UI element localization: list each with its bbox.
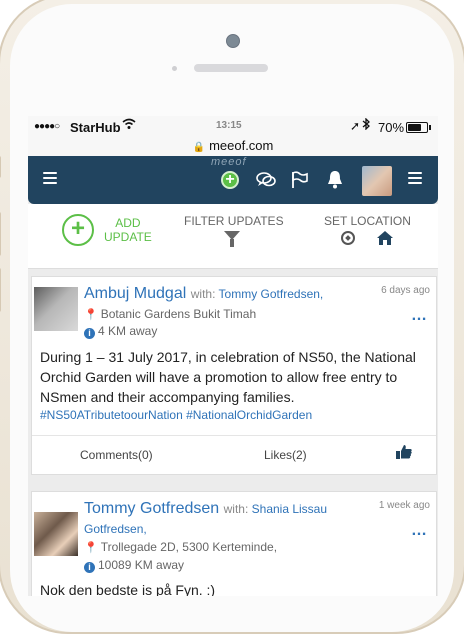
distance-text: 4 KM away bbox=[98, 324, 158, 338]
volume-up-button bbox=[0, 212, 1, 256]
carrier-label: StarHub bbox=[70, 120, 121, 135]
likes-count[interactable]: Likes(2) bbox=[264, 448, 307, 462]
post-actions: Comments(0) Likes(2) bbox=[32, 435, 436, 474]
screen: ●●●●○ StarHub 13:15 ➚ 70% 🔒 meeof.com mee… bbox=[28, 116, 438, 596]
location-arrow-icon: ➚ bbox=[350, 119, 361, 133]
url-text: meeof.com bbox=[209, 138, 274, 153]
author-avatar[interactable] bbox=[34, 287, 78, 331]
tagged-user-link-cont[interactable]: Gotfredsen, bbox=[84, 522, 147, 536]
status-bar: ●●●●○ StarHub 13:15 ➚ 70% bbox=[28, 116, 438, 138]
with-label: with: bbox=[190, 287, 216, 301]
avatar[interactable] bbox=[362, 166, 392, 196]
thumbs-up-icon[interactable] bbox=[395, 444, 413, 465]
chat-icon[interactable] bbox=[256, 171, 276, 192]
with-label: with: bbox=[223, 502, 249, 516]
post-card: Ambuj Mudgal with: Tommy Gotfredsen, 6 d… bbox=[31, 276, 437, 475]
post-time: 1 week ago bbox=[378, 500, 430, 511]
tagged-user-link[interactable]: Tommy Gotfredsen, bbox=[219, 287, 324, 301]
set-location-button[interactable]: SET LOCATION bbox=[324, 214, 411, 228]
top-navbar: meeof + bbox=[28, 156, 438, 204]
map-pin-icon: 📍 bbox=[84, 542, 98, 554]
post-body: Nok den bedste is på Fyn. :) bbox=[40, 582, 216, 596]
post-place: 📍 Botanic Gardens Bukit Timah bbox=[84, 307, 256, 321]
post-card: Tommy Gotfredsen with: Shania Lissau 1 w… bbox=[31, 491, 437, 596]
post-author-line: Ambuj Mudgal with: Tommy Gotfredsen, bbox=[84, 285, 323, 303]
more-options-icon[interactable]: … bbox=[411, 522, 428, 540]
more-options-icon[interactable]: … bbox=[411, 307, 428, 325]
signal-icon: ●●●●○ bbox=[34, 121, 60, 132]
proximity-sensor bbox=[172, 66, 177, 71]
tagged-user-link[interactable]: Shania Lissau bbox=[252, 502, 327, 516]
add-update-label-1: ADD bbox=[115, 216, 141, 230]
bell-icon[interactable] bbox=[326, 170, 344, 193]
place-name[interactable]: Botanic Gardens Bukit Timah bbox=[101, 307, 256, 321]
post-hashtags[interactable]: #NS50ATributetoourNation #NationalOrchid… bbox=[40, 408, 312, 422]
battery-percent: 70% bbox=[378, 120, 405, 135]
flag-icon[interactable] bbox=[291, 171, 309, 192]
post-time: 6 days ago bbox=[381, 285, 430, 296]
lock-icon: 🔒 bbox=[192, 142, 206, 153]
battery-icon bbox=[406, 122, 431, 133]
menu-icon[interactable] bbox=[43, 172, 57, 184]
mute-switch bbox=[0, 156, 1, 178]
compass-icon[interactable] bbox=[341, 231, 355, 245]
filter-updates-button[interactable]: FILTER UPDATES bbox=[184, 214, 284, 228]
brand-logo: meeof bbox=[211, 156, 247, 168]
post-distance: i 10089 KM away bbox=[84, 558, 184, 573]
add-update-icon[interactable]: + bbox=[62, 214, 94, 246]
map-pin-icon: 📍 bbox=[84, 309, 98, 321]
post-distance: i4 KM away bbox=[84, 324, 157, 339]
earpiece-speaker bbox=[194, 64, 268, 72]
place-name[interactable]: Trollegade 2D, 5300 Kerteminde, bbox=[101, 540, 277, 554]
author-name[interactable]: Tommy Gotfredsen bbox=[84, 500, 219, 517]
post-author-line: Tommy Gotfredsen with: Shania Lissau bbox=[84, 500, 327, 518]
post-place: 📍 Trollegade 2D, 5300 Kerteminde, bbox=[84, 540, 277, 554]
author-avatar[interactable] bbox=[34, 512, 78, 556]
add-update-button[interactable]: ADD UPDATE bbox=[104, 216, 152, 244]
front-camera bbox=[226, 34, 240, 48]
comments-button[interactable]: Comments(0) bbox=[80, 448, 153, 462]
bluetooth-icon bbox=[362, 117, 370, 133]
volume-down-button bbox=[0, 268, 1, 312]
post-body: During 1 – 31 July 2017, in celebration … bbox=[40, 349, 416, 405]
filter-icon[interactable] bbox=[224, 231, 240, 247]
author-name[interactable]: Ambuj Mudgal bbox=[84, 285, 186, 302]
action-bar: + ADD UPDATE FILTER UPDATES SET LOCATION bbox=[28, 204, 438, 269]
add-update-label-2: UPDATE bbox=[104, 230, 152, 244]
address-bar[interactable]: 🔒 meeof.com bbox=[28, 138, 438, 156]
distance-text: 10089 KM away bbox=[98, 558, 185, 572]
info-icon: i bbox=[84, 328, 95, 339]
add-icon[interactable]: + bbox=[221, 171, 239, 189]
wifi-icon bbox=[122, 118, 136, 133]
menu-icon[interactable] bbox=[408, 172, 422, 184]
info-icon: i bbox=[84, 562, 95, 573]
home-icon[interactable] bbox=[376, 230, 394, 251]
